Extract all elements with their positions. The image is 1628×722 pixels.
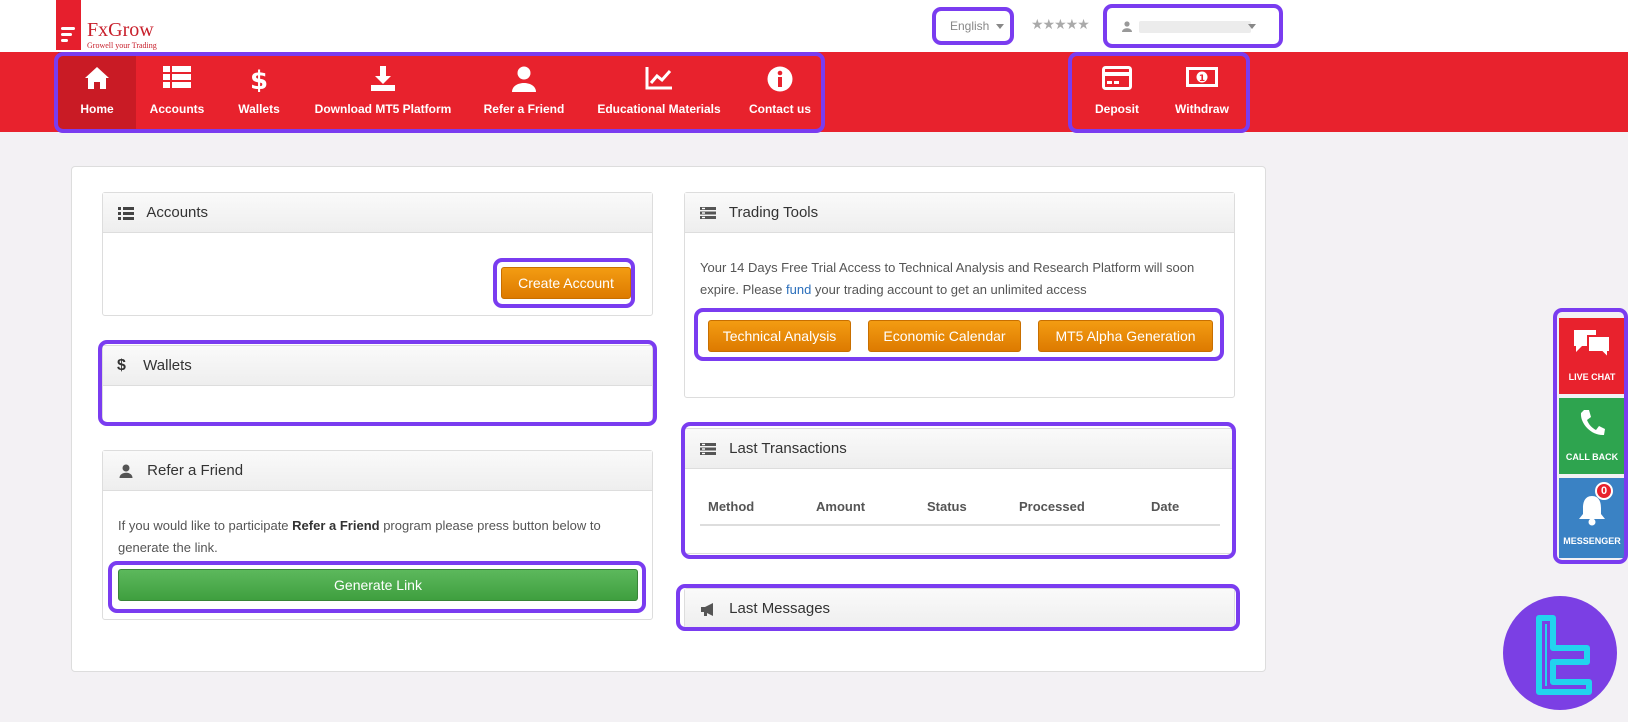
logo-mark-icon xyxy=(56,0,81,50)
wallets-panel-header: $ Wallets xyxy=(103,346,652,386)
deposit-label: Deposit xyxy=(1094,102,1139,116)
rating-stars: ★★★★★ xyxy=(1031,16,1090,32)
tools-icon xyxy=(700,443,716,456)
refer-panel-header: Refer a Friend xyxy=(103,451,652,491)
accounts-panel: Accounts Create Account xyxy=(102,192,653,316)
megaphone-icon xyxy=(701,602,713,616)
download-icon xyxy=(371,66,395,91)
nav-label: Home xyxy=(80,102,114,116)
user-menu-dropdown[interactable] xyxy=(1110,12,1270,40)
last-transactions-header: Last Transactions xyxy=(685,429,1234,469)
line-chart-icon xyxy=(645,67,672,90)
table-divider xyxy=(700,524,1220,526)
user-icon xyxy=(119,464,133,479)
accounts-panel-header: Accounts xyxy=(103,193,652,233)
watermark-logo xyxy=(1503,596,1617,710)
withdraw-label: Withdraw xyxy=(1175,102,1229,116)
main-nav: Home Accounts $ Wallets Download MT5 Pla… xyxy=(0,52,1628,132)
fund-link[interactable]: fund xyxy=(786,282,811,297)
list-icon xyxy=(163,66,191,88)
dollar-icon: $ xyxy=(117,357,126,375)
refer-panel: Refer a Friend If you would like to part… xyxy=(102,450,653,620)
deposit-button[interactable]: Deposit xyxy=(1082,52,1152,132)
messenger-label: MESSENGER xyxy=(1563,536,1621,546)
call-back-label: CALL BACK xyxy=(1565,452,1619,462)
home-icon xyxy=(85,67,109,89)
trial-notice: Your 14 Days Free Trial Access to Techni… xyxy=(700,257,1220,301)
last-transactions-title: Last Transactions xyxy=(729,440,847,457)
generate-link-button[interactable]: Generate Link xyxy=(118,569,638,601)
refer-program-name: Refer a Friend xyxy=(292,518,380,533)
refer-description: If you would like to participate Refer a… xyxy=(118,515,638,559)
mt5-alpha-generation-button[interactable]: MT5 Alpha Generation xyxy=(1038,320,1213,352)
credit-card-icon xyxy=(1102,66,1132,90)
messenger-count-badge: 0 xyxy=(1595,482,1613,500)
nav-item-accounts[interactable]: Accounts xyxy=(140,52,214,132)
refer-text: If you would like to participate xyxy=(118,518,293,533)
economic-calendar-button[interactable]: Economic Calendar xyxy=(868,320,1021,352)
wallets-title: Wallets xyxy=(143,357,192,374)
column-header-date: Date xyxy=(1151,499,1180,514)
user-icon xyxy=(1122,21,1132,33)
svg-text:$: $ xyxy=(250,66,268,92)
last-transactions-panel: Last Transactions Method Amount Status P… xyxy=(684,428,1235,554)
info-icon xyxy=(767,66,793,92)
language-dropdown[interactable]: English xyxy=(940,12,1008,40)
call-back-button[interactable]: CALL BACK xyxy=(1559,398,1625,474)
create-account-button[interactable]: Create Account xyxy=(501,267,631,299)
column-header-processed: Processed xyxy=(1019,499,1085,514)
trial-text: your trading account to get an unlimited… xyxy=(811,282,1087,297)
chevron-down-icon xyxy=(1248,24,1256,29)
refer-title: Refer a Friend xyxy=(147,462,244,479)
user-name-redacted xyxy=(1139,20,1252,33)
nav-item-refer-friend[interactable]: Refer a Friend xyxy=(480,52,568,132)
column-header-method: Method xyxy=(708,499,755,514)
nav-item-home[interactable]: Home xyxy=(58,52,136,132)
wallets-panel: $ Wallets xyxy=(102,345,653,423)
last-messages-title: Last Messages xyxy=(729,600,831,617)
live-chat-label: LIVE CHAT xyxy=(1568,372,1616,382)
column-header-amount: Amount xyxy=(816,499,866,514)
nav-label: Contact us xyxy=(748,102,811,116)
accounts-title: Accounts xyxy=(146,204,209,221)
banknote-icon: 1 xyxy=(1186,67,1218,87)
technical-analysis-button[interactable]: Technical Analysis xyxy=(708,320,851,352)
last-messages-panel: Last Messages xyxy=(684,588,1235,629)
nav-label: Accounts xyxy=(149,102,205,116)
nav-label: Refer a Friend xyxy=(483,102,565,116)
top-bar: FxGrow Growell your Trading English ★★★★… xyxy=(0,0,1628,52)
chat-bubbles-icon xyxy=(1574,330,1611,360)
nav-label: Wallets xyxy=(238,102,280,116)
nav-item-educational[interactable]: Educational Materials xyxy=(590,52,728,132)
tl-logo-icon xyxy=(1536,615,1592,695)
phone-icon xyxy=(1580,410,1605,436)
brand-logo[interactable]: FxGrow Growell your Trading xyxy=(56,0,166,50)
withdraw-button[interactable]: 1 Withdraw xyxy=(1164,52,1240,132)
chevron-down-icon xyxy=(995,24,1004,30)
nav-item-download-mt5[interactable]: Download MT5 Platform xyxy=(308,52,458,132)
list-icon xyxy=(118,206,134,220)
trading-tools-panel: Trading Tools Your 14 Days Free Trial Ac… xyxy=(684,192,1235,398)
user-icon xyxy=(512,66,536,92)
messenger-button[interactable]: 0 MESSENGER xyxy=(1559,478,1625,558)
tools-icon xyxy=(700,207,716,220)
trading-tools-header: Trading Tools xyxy=(685,193,1234,233)
live-chat-button[interactable]: LIVE CHAT xyxy=(1559,318,1625,394)
nav-item-contact[interactable]: Contact us xyxy=(744,52,816,132)
nav-item-wallets[interactable]: $ Wallets xyxy=(228,52,290,132)
trading-tools-title: Trading Tools xyxy=(728,204,819,221)
svg-text:1: 1 xyxy=(1199,74,1205,84)
brand-tagline: Growell your Trading xyxy=(87,41,157,50)
nav-label: Download MT5 Platform xyxy=(314,102,452,116)
nav-label: Educational Materials xyxy=(597,102,721,116)
language-label: English xyxy=(950,19,990,33)
dollar-icon: $ xyxy=(250,66,268,92)
column-header-status: Status xyxy=(927,499,967,514)
last-messages-header[interactable]: Last Messages xyxy=(685,589,1234,629)
brand-name: FxGrow xyxy=(87,19,154,41)
